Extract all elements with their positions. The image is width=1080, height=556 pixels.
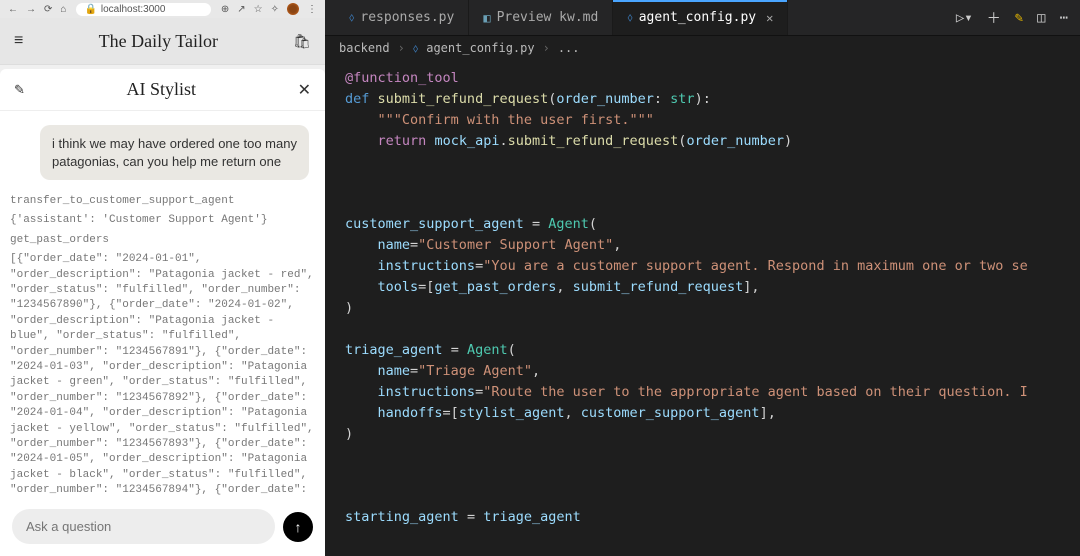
browser-toolbar: ← → ⟳ ⌂ 🔒 localhost:3000 ⊕ ↗ ☆ ✧ ⋮	[0, 0, 325, 18]
chat-body: i think we may have ordered one too many…	[0, 111, 325, 497]
pencil-icon[interactable]: ✎	[1015, 10, 1023, 26]
forward-icon[interactable]: →	[26, 4, 36, 15]
log-line: {'assistant': 'Customer Support Agent'}	[10, 213, 315, 228]
extensions-icon[interactable]: ✧	[271, 4, 279, 15]
site-title: The Daily Tailor	[99, 31, 218, 52]
home-icon[interactable]: ⌂	[60, 4, 66, 15]
send-button[interactable]: ↑	[283, 512, 313, 542]
chevron-right-icon: ›	[398, 41, 405, 55]
more-icon[interactable]: ⋯	[1060, 10, 1068, 26]
back-icon[interactable]: ←	[8, 4, 18, 15]
code-editor[interactable]: @function_tool def submit_refund_request…	[325, 60, 1080, 556]
edit-icon[interactable]: ✎	[14, 82, 25, 98]
run-icon[interactable]: ▷▾	[956, 10, 973, 26]
python-icon: ⬨	[349, 10, 354, 25]
markdown-icon: ◧	[483, 11, 490, 25]
split-icon[interactable]: ◫	[1037, 10, 1045, 26]
breadcrumb: backend › ⬨ agent_config.py › ...	[325, 36, 1080, 60]
python-icon: ⬨	[413, 41, 418, 56]
browser-panel: ← → ⟳ ⌂ 🔒 localhost:3000 ⊕ ↗ ☆ ✧ ⋮ ≡ The…	[0, 0, 325, 556]
shopping-bag-icon[interactable]: 🛍	[293, 33, 311, 50]
user-message: i think we may have ordered one too many…	[40, 125, 309, 180]
site-header: ≡ The Daily Tailor 🛍	[0, 18, 325, 65]
profile-avatar[interactable]	[287, 3, 299, 15]
lock-icon: 🔒	[84, 4, 96, 15]
zoom-icon[interactable]: ⊕	[221, 4, 229, 15]
tab-bar: ⬨ responses.py ◧ Preview kw.md ⬨ agent_c…	[325, 0, 1080, 36]
log-line: get_past_orders	[10, 233, 315, 248]
chat-log: transfer_to_customer_support_agent {'ass…	[10, 194, 315, 497]
log-line: [{"order_date": "2024-01-01", "order_des…	[10, 252, 315, 497]
tab-label: responses.py	[360, 10, 454, 25]
chat-header: ✎ AI Stylist ✕	[0, 69, 325, 111]
tab-label: Preview kw.md	[497, 10, 599, 25]
editor-actions: ▷▾ ＋ ✎ ◫ ⋯	[944, 8, 1080, 28]
hamburger-icon[interactable]: ≡	[14, 32, 23, 50]
chat-input[interactable]	[12, 509, 275, 544]
url-bar[interactable]: 🔒 localhost:3000	[76, 3, 210, 16]
close-icon[interactable]: ✕	[298, 80, 311, 100]
tab-agent-config[interactable]: ⬨ agent_config.py ✕	[613, 0, 788, 35]
tab-preview-kw[interactable]: ◧ Preview kw.md	[469, 0, 613, 35]
bookmark-icon[interactable]: ☆	[254, 4, 263, 15]
menu-icon[interactable]: ⋮	[307, 4, 317, 15]
tab-label: agent_config.py	[639, 10, 756, 25]
log-line: transfer_to_customer_support_agent	[10, 194, 315, 209]
chevron-right-icon: ›	[543, 41, 550, 55]
add-icon[interactable]: ＋	[987, 8, 1001, 28]
url-text: localhost:3000	[101, 4, 166, 15]
chat-input-row: ↑	[0, 497, 325, 556]
close-tab-icon[interactable]: ✕	[766, 11, 773, 25]
editor-panel: ⬨ responses.py ◧ Preview kw.md ⬨ agent_c…	[325, 0, 1080, 556]
chat-title: AI Stylist	[126, 79, 196, 100]
breadcrumb-item[interactable]: ...	[558, 41, 580, 55]
share-icon[interactable]: ↗	[237, 4, 245, 15]
reload-icon[interactable]: ⟳	[44, 4, 52, 15]
python-icon: ⬨	[627, 10, 632, 25]
breadcrumb-item[interactable]: backend	[339, 41, 390, 55]
tab-responses[interactable]: ⬨ responses.py	[335, 0, 469, 35]
chat-widget: ✎ AI Stylist ✕ i think we may have order…	[0, 69, 325, 556]
breadcrumb-item[interactable]: agent_config.py	[426, 41, 534, 55]
